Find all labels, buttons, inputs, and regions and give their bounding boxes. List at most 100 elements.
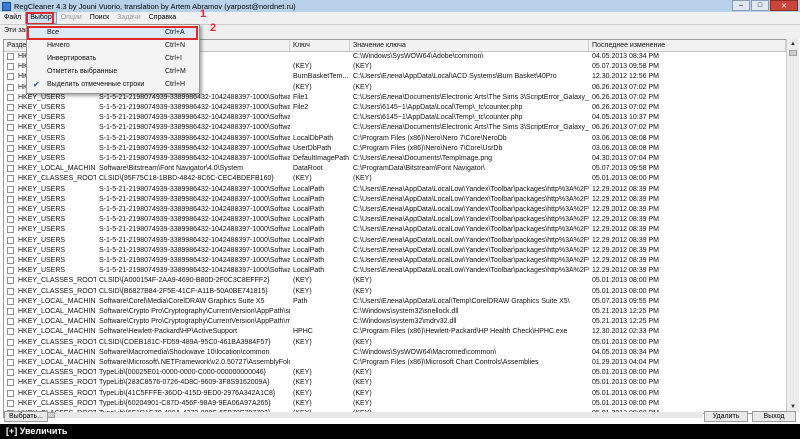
select-button[interactable]: Выбрать... (4, 411, 48, 422)
table-row[interactable]: HKEY_USERS S-1-5-21-2198074939-3389986432… (4, 154, 786, 164)
table-row[interactable]: HKEY_USERS S-1-5-21-2198074939-3389986432… (4, 103, 786, 113)
table-row[interactable]: HKEY_USERS S-1-5-21-2198074939-3389986432… (4, 123, 786, 133)
row-checkbox[interactable] (7, 195, 14, 203)
maximize-button[interactable]: □ (751, 0, 769, 11)
table-row[interactable]: HKEY_LOCAL_MACHINE Software\Hewlett-Packa… (4, 327, 786, 337)
table-row[interactable]: HKEY_LOCAL_MACHINE Software\Microsoft\.NE… (4, 358, 786, 368)
table-row[interactable]: HKEY_LOCAL_MACHINE Software\Bitstream\Fon… (4, 164, 786, 174)
row-checkbox[interactable] (7, 175, 14, 183)
row-checkbox[interactable] (7, 236, 14, 244)
table-row[interactable]: HKEY_USERS S-1-5-21-2198074939-3389986432… (4, 236, 786, 246)
cell-key: (KEY) (293, 277, 312, 285)
table-row[interactable]: HKEY_USERS S-1-5-21-2198074939-3389986432… (4, 195, 786, 205)
row-checkbox[interactable] (7, 104, 14, 111)
menu-search[interactable]: Поиск (86, 12, 113, 24)
table-row[interactable]: HKEY_LOCAL_MACHINE Software\Crypto Pro\Cr… (4, 317, 786, 327)
row-checkbox[interactable] (7, 297, 14, 305)
table-row[interactable]: HKEY_USERS S-1-5-21-2198074939-3389986432… (4, 205, 786, 215)
row-checkbox[interactable] (7, 165, 14, 173)
table-row[interactable]: HKEY_USERS S-1-5-21-2198074939-3389986432… (4, 134, 786, 144)
row-checkbox[interactable] (7, 246, 14, 254)
cell-key: BurnBasketTem... (293, 73, 349, 81)
table-row[interactable]: HKEY_CLASSES_ROOT CLSID\{A000154F-2AA9-46… (4, 276, 786, 286)
delete-button[interactable]: Удалить (704, 411, 748, 422)
row-checkbox[interactable] (7, 318, 14, 326)
row-checkbox[interactable] (7, 226, 14, 234)
column-header-modified[interactable]: Последнее изменение (589, 40, 786, 51)
scroll-thumb[interactable] (789, 50, 797, 56)
row-checkbox[interactable] (7, 206, 14, 213)
scroll-up-icon[interactable]: ▲ (787, 39, 799, 49)
row-checkbox[interactable] (7, 216, 14, 224)
menu-item-none[interactable]: Ничего Ctrl+N (27, 40, 199, 52)
close-button[interactable]: ✕ (770, 0, 798, 11)
menu-item-mark-selected[interactable]: Отметить выбранные Ctrl+M (27, 66, 199, 78)
table-row[interactable]: HKEY_LOCAL_MACHINE Software\Crypto Pro\Cr… (4, 307, 786, 317)
table-row[interactable]: HKEY_USERS S-1-5-21-2198074939-3389986432… (4, 113, 786, 123)
row-checkbox[interactable] (7, 53, 14, 60)
table-row[interactable]: HKEY_USERS S-1-5-21-2198074939-3389986432… (4, 93, 786, 103)
table-row[interactable]: HKEY_USERS S-1-5-21-2198074939-3389986432… (4, 144, 786, 154)
cell-key: (KEY) (293, 389, 312, 397)
table-row[interactable]: HKEY_USERS S-1-5-21-2198074939-3389986432… (4, 215, 786, 225)
row-checkbox[interactable] (7, 155, 14, 162)
table-row[interactable]: HKEY_USERS S-1-5-21-2198074939-3389986432… (4, 266, 786, 276)
row-checkbox[interactable] (7, 114, 14, 122)
table-row[interactable]: HKEY_USERS S-1-5-21-2198074939-3389986432… (4, 246, 786, 256)
minimize-button[interactable]: – (732, 0, 750, 11)
vertical-scrollbar[interactable]: ▲ ▼ (786, 39, 799, 412)
column-header-value[interactable]: Значение ключа (350, 40, 589, 51)
table-row[interactable]: HKEY_LOCAL_MACHINE Software\Corel\Media\C… (4, 297, 786, 307)
table-row[interactable]: HKEY_CLASSES_ROOT CLSID\{B6827B84-2F5E-41… (4, 287, 786, 297)
cell-modified: 06.26.2013 07:02 PM (592, 93, 659, 101)
row-checkbox[interactable] (7, 338, 14, 346)
cell-modified: 12.29.2012 08:39 PM (592, 236, 659, 244)
menu-item-highlight-marked[interactable]: ✔ Выделить отмеченные строки Ctrl+H (27, 79, 199, 91)
row-checkbox[interactable] (7, 185, 14, 193)
row-checkbox[interactable] (7, 287, 14, 295)
table-row[interactable]: HKEY_CLASSES_ROOT CLSID\{CDEB181C-FD59-48… (4, 338, 786, 348)
row-checkbox[interactable] (7, 93, 14, 101)
table-row[interactable]: HKEY_USERS S-1-5-21-2198074939-3389986432… (4, 185, 786, 195)
row-checkbox[interactable] (7, 308, 14, 315)
row-checkbox[interactable] (7, 257, 14, 264)
enlarge-caption[interactable]: [+] Увеличить (0, 424, 800, 439)
cell-value: (KEY) (353, 338, 372, 346)
cell-modified: 12.29.2012 08:39 PM (592, 267, 659, 275)
row-checkbox[interactable] (7, 348, 14, 356)
cell-value: C:\Windows\system32\mdrv32.dll (353, 318, 457, 326)
row-checkbox[interactable] (7, 267, 14, 275)
row-checkbox[interactable] (7, 389, 14, 397)
table-row[interactable]: HKEY_LOCAL_MACHINE Software\Macromedia\Sh… (4, 348, 786, 358)
table-row[interactable]: HKEY_CLASSES_ROOT CLSID\{95F75C18-1BBD-48… (4, 174, 786, 184)
table-row[interactable]: HKEY_CLASSES_ROOT TypeLib\{283C8576-0726-… (4, 378, 786, 388)
row-checkbox[interactable] (7, 399, 14, 407)
row-checkbox[interactable] (7, 277, 14, 285)
table-row[interactable]: HKEY_USERS S-1-5-21-2198074939-3389986432… (4, 225, 786, 235)
table-row[interactable]: HKEY_USERS S-1-5-21-2198074939-3389986432… (4, 256, 786, 266)
row-checkbox[interactable] (7, 369, 14, 377)
menu-help[interactable]: Справка (145, 12, 180, 24)
row-checkbox[interactable] (7, 144, 14, 152)
menu-tasks[interactable]: Задачи (113, 12, 145, 24)
row-checkbox[interactable] (7, 63, 14, 71)
row-checkbox[interactable] (7, 379, 14, 387)
table-row[interactable]: HKEY_CLASSES_ROOT TypeLib\{00025E01-0000-… (4, 368, 786, 378)
exit-button[interactable]: Выход (752, 411, 796, 422)
row-checkbox[interactable] (7, 73, 14, 81)
row-checkbox[interactable] (7, 328, 14, 336)
row-checkbox[interactable] (7, 134, 14, 142)
cell-modified: 12.30.2012 02:33 PM (592, 328, 659, 336)
row-checkbox[interactable] (7, 83, 14, 91)
column-header-key[interactable]: Ключ (290, 40, 350, 51)
table-row[interactable]: HKEY_CLASSES_ROOT TypeLib\{60204901-C87D-… (4, 399, 786, 409)
cell-key (291, 358, 351, 368)
horizontal-scrollbar[interactable] (3, 412, 703, 418)
menu-options[interactable]: Опции (57, 12, 86, 24)
row-checkbox[interactable] (7, 124, 14, 132)
table-row[interactable]: HKEY_CLASSES_ROOT TypeLib\{41C5FFFE-36DD-… (4, 389, 786, 399)
cell-section: HKEY_CLASSES_ROOT (18, 277, 96, 285)
menu-item-invert[interactable]: Инвертировать Ctrl+I (27, 53, 199, 65)
menu-file[interactable]: Файл (0, 12, 25, 24)
row-checkbox[interactable] (7, 359, 14, 366)
